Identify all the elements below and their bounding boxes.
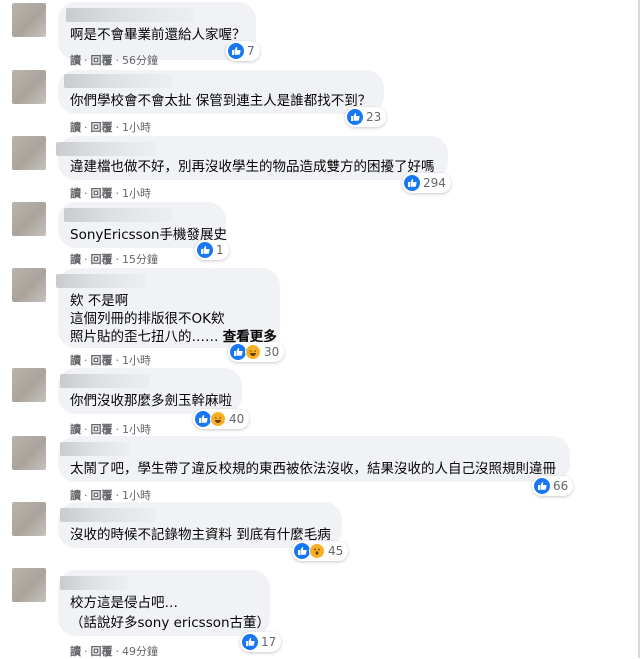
reaction-count: 40 xyxy=(229,412,245,426)
avatar[interactable] xyxy=(12,368,46,402)
author-name[interactable] xyxy=(60,374,150,388)
comment-text: 違建檔也做不好，別再沒收學生的物品造成雙方的困擾了好嗎 xyxy=(70,159,435,175)
read-link[interactable]: 讀 xyxy=(70,645,81,658)
comment-actions: 讀 · 回覆 · 1小時 xyxy=(70,489,151,502)
avatar[interactable] xyxy=(12,436,46,470)
comment-text: （話說好多sony ericsson古董） xyxy=(70,615,271,631)
read-link[interactable]: 讀 xyxy=(70,423,81,436)
avatar[interactable] xyxy=(12,202,46,236)
reaction-summary[interactable]: 45 xyxy=(292,541,349,561)
like-icon xyxy=(230,344,246,360)
author-name[interactable] xyxy=(56,142,156,156)
avatar[interactable] xyxy=(12,502,46,536)
avatar[interactable] xyxy=(12,136,46,170)
reply-link[interactable]: 回覆 xyxy=(91,187,113,200)
comment-actions: 讀 · 回覆 · 1小時 xyxy=(70,121,151,134)
avatar[interactable] xyxy=(12,3,46,37)
author-name[interactable] xyxy=(56,274,146,288)
reply-link[interactable]: 回覆 xyxy=(91,121,113,134)
avatar[interactable] xyxy=(12,70,46,104)
reaction-summary[interactable]: 30 xyxy=(228,342,285,362)
timestamp[interactable]: 1小時 xyxy=(122,187,151,200)
comment-actions: 讀 · 回覆 · 15分鐘 xyxy=(70,253,158,266)
like-icon xyxy=(197,242,213,258)
comment-bubble: 你們沒收那麼多劍玉幹麻啦 xyxy=(58,368,242,414)
comment-bubble: 欸 不是啊 這個列冊的排版很不OK欸 照片貼的歪七扭八的…… 查看更多 xyxy=(56,268,280,348)
timestamp[interactable]: 1小時 xyxy=(122,354,151,367)
comment-actions: 讀 · 回覆 · 1小時 xyxy=(70,187,151,200)
timestamp[interactable]: 1小時 xyxy=(122,489,151,502)
comment-actions: 讀 · 回覆 · 56分鐘 xyxy=(70,54,158,67)
reaction-count: 66 xyxy=(553,479,569,493)
comment-text: 你們學校會不會太扯 保管到連主人是誰都找不到？ xyxy=(70,93,372,109)
read-link[interactable]: 讀 xyxy=(70,187,81,200)
reaction-count: 294 xyxy=(423,176,446,190)
like-icon xyxy=(404,175,420,191)
reply-link[interactable]: 回覆 xyxy=(91,354,113,367)
wow-icon xyxy=(309,543,325,559)
read-link[interactable]: 讀 xyxy=(70,354,81,367)
read-link[interactable]: 讀 xyxy=(70,54,81,67)
comment-text: 你們沒收那麼多劍玉幹麻啦 xyxy=(70,393,232,409)
reply-link[interactable]: 回覆 xyxy=(91,645,113,658)
comment-text: 啊是不會畢業前還給人家喔？ xyxy=(70,27,246,43)
read-link[interactable]: 讀 xyxy=(70,253,81,266)
reaction-count: 7 xyxy=(247,44,255,58)
like-icon xyxy=(228,43,244,59)
haha-icon xyxy=(210,411,226,427)
comment-text: 沒收的時候不記錄物主資料 到底有什麼毛病 xyxy=(70,527,331,543)
reaction-count: 17 xyxy=(261,635,277,649)
reaction-count: 45 xyxy=(328,544,344,558)
reply-link[interactable]: 回覆 xyxy=(91,253,113,266)
like-icon xyxy=(294,543,310,559)
like-icon xyxy=(347,109,363,125)
comment-text: 這個列冊的排版很不OK欸 xyxy=(70,311,225,327)
comment-actions: 讀 · 回覆 · 1小時 xyxy=(70,423,151,436)
reply-link[interactable]: 回覆 xyxy=(91,423,113,436)
comment-text-line: 照片貼的歪七扭八的…… xyxy=(70,329,219,345)
comment-text: 欸 不是啊 xyxy=(70,293,129,309)
reaction-count: 23 xyxy=(366,110,382,124)
timestamp[interactable]: 49分鐘 xyxy=(122,645,158,658)
avatar[interactable] xyxy=(12,268,46,302)
comment-actions: 讀 · 回覆 · 1小時 xyxy=(70,354,151,367)
like-icon xyxy=(242,634,258,650)
author-name[interactable] xyxy=(60,576,128,590)
reaction-summary[interactable]: 7 xyxy=(226,41,260,61)
read-link[interactable]: 讀 xyxy=(70,121,81,134)
reaction-summary[interactable]: 294 xyxy=(402,173,451,193)
avatar[interactable] xyxy=(12,568,46,602)
timestamp[interactable]: 1小時 xyxy=(122,121,151,134)
timestamp[interactable]: 15分鐘 xyxy=(122,253,158,266)
reaction-summary[interactable]: 66 xyxy=(532,476,574,496)
like-icon xyxy=(534,478,550,494)
reaction-summary[interactable]: 17 xyxy=(240,632,282,652)
reaction-summary[interactable]: 40 xyxy=(193,409,250,429)
comment-bubble: 太鬧了吧，學生帶了違反校規的東西被依法沒收，結果沒收的人自己沒照規則違冊 xyxy=(58,436,570,482)
haha-icon xyxy=(245,344,261,360)
reply-link[interactable]: 回覆 xyxy=(91,489,113,502)
timestamp[interactable]: 56分鐘 xyxy=(122,54,158,67)
comment-bubble: 違建檔也做不好，別再沒收學生的物品造成雙方的困擾了好嗎 xyxy=(56,136,448,180)
like-icon xyxy=(195,411,211,427)
author-name[interactable] xyxy=(64,74,172,88)
comment-bubble: 你們學校會不會太扯 保管到連主人是誰都找不到？ xyxy=(58,70,384,114)
author-name[interactable] xyxy=(60,508,156,522)
comment-bubble: 校方這是侵占吧… （話說好多sony ericsson古董） xyxy=(58,570,270,636)
reaction-summary[interactable]: 23 xyxy=(345,107,387,127)
comment-text: 太鬧了吧，學生帶了違反校規的東西被依法沒收，結果沒收的人自己沒照規則違冊 xyxy=(70,461,556,477)
reply-link[interactable]: 回覆 xyxy=(91,54,113,67)
author-name[interactable] xyxy=(60,442,130,456)
read-link[interactable]: 讀 xyxy=(70,489,81,502)
comment-actions: 讀 · 回覆 · 49分鐘 xyxy=(70,645,158,658)
author-name[interactable] xyxy=(66,8,194,22)
reaction-count: 1 xyxy=(216,243,224,257)
author-name[interactable] xyxy=(64,208,172,222)
timestamp[interactable]: 1小時 xyxy=(122,423,151,436)
comment-text: 校方這是侵占吧… xyxy=(70,595,178,611)
reaction-summary[interactable]: 1 xyxy=(195,240,229,260)
reaction-count: 30 xyxy=(264,345,280,359)
